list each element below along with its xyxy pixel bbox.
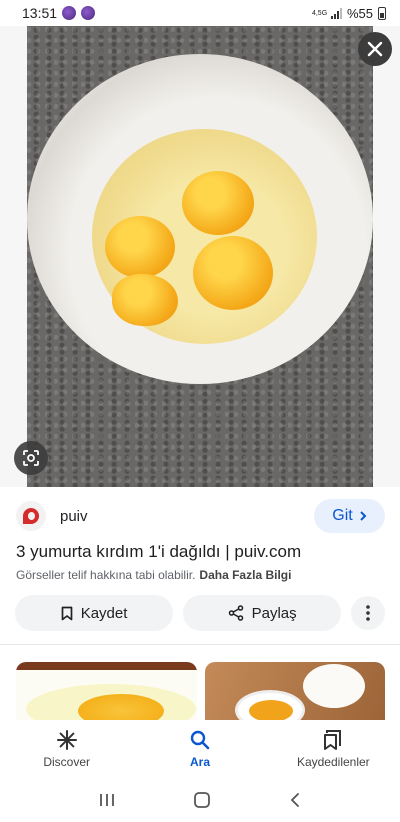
save-button[interactable]: Kaydet bbox=[15, 595, 174, 631]
save-label: Kaydet bbox=[80, 604, 128, 622]
asterisk-icon bbox=[56, 730, 77, 750]
share-icon bbox=[228, 605, 243, 621]
image-preview[interactable] bbox=[0, 26, 400, 487]
bookmarks-icon bbox=[324, 730, 342, 750]
divider bbox=[0, 644, 400, 645]
visit-label: Git bbox=[332, 507, 353, 524]
broken-yolk bbox=[105, 216, 175, 278]
nav-label: Kaydedilenler bbox=[296, 755, 370, 769]
image-viewer-screen: 13:51 4,5G %55 puiv Git 3 yumurta kırdım… bbox=[0, 0, 400, 822]
more-vert-icon bbox=[366, 605, 370, 621]
back-icon[interactable] bbox=[289, 792, 301, 808]
search-icon bbox=[190, 730, 210, 750]
related-image[interactable] bbox=[16, 662, 197, 720]
share-button[interactable]: Paylaş bbox=[183, 595, 342, 631]
share-label: Paylaş bbox=[251, 604, 297, 622]
visit-button[interactable]: Git bbox=[314, 499, 385, 533]
system-navigation-bar bbox=[0, 778, 400, 822]
copyright-text: Görseller telif hakkına tabi olabilir. bbox=[16, 568, 196, 582]
more-info-link[interactable]: Daha Fazla Bilgi bbox=[199, 568, 291, 582]
nav-discover[interactable]: Discover bbox=[0, 720, 133, 778]
nav-label: Discover bbox=[43, 755, 90, 769]
network-type: 4,5G bbox=[311, 9, 328, 17]
related-image[interactable] bbox=[205, 662, 385, 720]
nav-label: Ara bbox=[189, 755, 210, 769]
lens-button[interactable] bbox=[14, 441, 48, 475]
chevron-right-icon bbox=[360, 511, 367, 521]
recent-apps-icon[interactable] bbox=[99, 793, 115, 807]
notification-icon bbox=[81, 6, 96, 20]
google-lens-icon bbox=[23, 450, 39, 466]
eggs-in-bowl-photo bbox=[27, 26, 373, 487]
bottom-navigation: Discover Ara Kaydedilenler bbox=[0, 720, 400, 778]
image-title[interactable]: 3 yumurta kırdım 1'i dağıldı | puiv.com bbox=[16, 542, 386, 562]
source-row: puiv Git bbox=[16, 498, 385, 534]
yolk bbox=[193, 236, 273, 310]
close-button[interactable] bbox=[358, 32, 392, 66]
copyright-notice: Görseller telif hakkına tabi olabilir. Da… bbox=[16, 568, 386, 582]
nav-search[interactable]: Ara bbox=[133, 720, 266, 778]
broken-yolk bbox=[112, 274, 178, 326]
signal-icon bbox=[330, 7, 342, 19]
nav-saved[interactable]: Kaydedilenler bbox=[267, 720, 400, 778]
action-row: Kaydet Paylaş bbox=[15, 595, 385, 631]
home-icon[interactable] bbox=[193, 791, 211, 809]
close-icon bbox=[367, 41, 383, 57]
site-name: puiv bbox=[60, 507, 88, 525]
battery-icon bbox=[378, 6, 386, 20]
yolk bbox=[182, 171, 254, 235]
bookmark-icon bbox=[61, 606, 73, 620]
status-indicators: 4,5G %55 bbox=[312, 6, 386, 21]
site-logo-icon bbox=[16, 501, 46, 531]
more-options-button[interactable] bbox=[351, 596, 385, 630]
status-time: 13:51 bbox=[22, 5, 58, 21]
notification-icon bbox=[62, 6, 77, 20]
status-bar: 13:51 4,5G %55 bbox=[0, 0, 400, 26]
battery-percent: %55 bbox=[346, 5, 373, 21]
